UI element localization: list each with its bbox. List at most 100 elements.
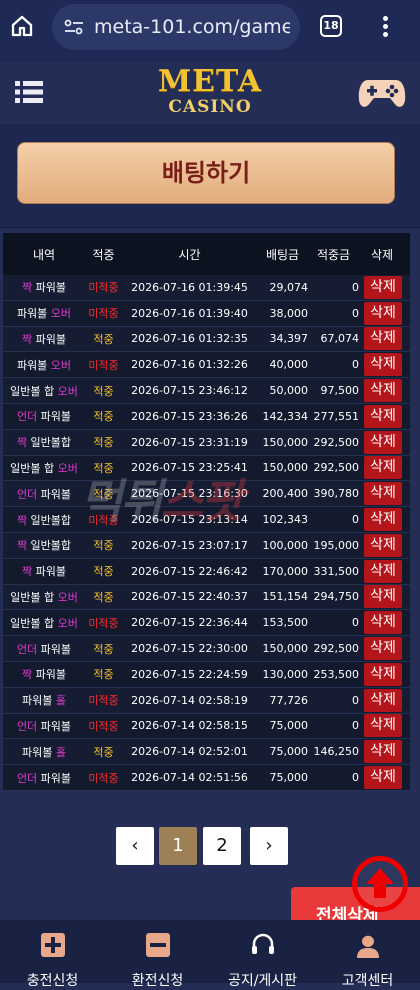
delete-row-button[interactable]: 삭제 <box>364 662 402 686</box>
bet-detail: 짝 파워볼 <box>3 563 85 579</box>
table-row: 짝 파워볼 적중 2026-07-15 22:46:42 170,000 331,500… <box>3 559 410 585</box>
delete-row-button[interactable]: 삭제 <box>364 611 402 635</box>
delete-row-button[interactable]: 삭제 <box>364 688 402 712</box>
delete-row-button[interactable]: 삭제 <box>364 740 402 764</box>
url-text: meta-101.com/game_l <box>94 16 290 38</box>
place-bet-button[interactable]: 배팅하기 <box>17 142 395 204</box>
bet-time: 2026-07-15 22:36:44 <box>131 616 248 630</box>
bet-detail-part: 언더 <box>16 410 38 424</box>
win-amount: 0 <box>352 358 359 372</box>
delete-cell: 삭제 <box>362 688 402 712</box>
tab-switcher-button[interactable]: 18 <box>320 15 342 37</box>
address-bar[interactable]: meta-101.com/game_l <box>52 4 300 50</box>
site-logo[interactable]: META CASINO <box>150 64 270 117</box>
bet-detail-part: 일반볼합 <box>27 436 72 450</box>
bet-history-table: 내역 적중 시간 배팅금 적중금 삭제 짝 파워볼 미적중 2026-07-16 0… <box>3 233 410 791</box>
page-1-button[interactable]: 1 <box>159 827 197 865</box>
delete-cell: 삭제 <box>362 585 402 609</box>
bet-time: 2026-07-15 23:07:17 <box>131 538 248 552</box>
win-amount: 390,780 <box>313 487 360 501</box>
win-amount: 0 <box>352 771 359 785</box>
delete-row-button[interactable]: 삭제 <box>364 766 402 790</box>
hit-status: 미적중 <box>88 694 119 708</box>
delete-cell: 삭제 <box>362 508 402 532</box>
table-row: 파워볼 홀 미적중 2026-07-14 02:58:19 77,726 0 삭제 <box>3 687 410 714</box>
bet-detail-part: 짝 <box>16 539 28 553</box>
table-row: 파워볼 오버 미적중 2026-07-16 01:39:40 38,000 0 삭제 <box>3 301 410 327</box>
hit-status: 미적중 <box>88 358 119 372</box>
delete-row-button[interactable]: 삭제 <box>364 508 402 532</box>
agent-icon <box>356 934 379 958</box>
delete-cell: 삭제 <box>362 301 402 325</box>
column-header-delete: 삭제 <box>370 247 394 262</box>
bet-detail-part: 언더 <box>16 719 38 733</box>
logo-meta-text: META <box>157 64 263 99</box>
delete-row-button[interactable]: 삭제 <box>364 353 402 377</box>
nav-customer-center[interactable]: 고객센터 <box>315 920 420 989</box>
table-row: 언더 파워볼 적중 2026-07-15 22:30:00 150,000 292,50… <box>3 636 410 662</box>
delete-row-button[interactable]: 삭제 <box>364 275 402 299</box>
win-amount: 0 <box>352 306 359 320</box>
bet-detail-part: 일반볼 합 <box>10 461 58 475</box>
bet-time: 2026-07-14 02:51:56 <box>131 771 248 785</box>
nav-notice-label: 공지/게시판 <box>227 973 298 989</box>
gamepad-icon[interactable] <box>358 76 406 110</box>
bet-detail-part: 언더 <box>16 642 38 656</box>
win-amount: 292,500 <box>313 642 360 656</box>
delete-row-button[interactable]: 삭제 <box>364 714 402 738</box>
delete-row-button[interactable]: 삭제 <box>364 327 402 351</box>
bet-detail-part: 짝 <box>22 565 33 579</box>
bet-detail: 일반볼 합 오버 <box>3 383 85 399</box>
table-row: 짝 일반볼합 적중 2026-07-15 23:31:19 150,000 292,50… <box>3 429 410 456</box>
table-row: 파워볼 홀 적중 2026-07-14 02:52:01 75,000 146,250 삭… <box>3 739 410 766</box>
bet-time: 2026-07-16 01:32:35 <box>131 332 248 346</box>
site-header: META CASINO <box>0 62 420 124</box>
delete-row-button[interactable]: 삭제 <box>364 404 402 428</box>
delete-row-button[interactable]: 삭제 <box>364 379 402 403</box>
delete-row-button[interactable]: 삭제 <box>364 559 402 583</box>
bet-time: 2026-07-14 02:52:01 <box>131 745 248 759</box>
bet-detail-part: 파워볼 <box>22 694 56 708</box>
next-page-button[interactable]: › <box>250 827 288 865</box>
bet-amount: 77,726 <box>269 693 309 707</box>
hit-status: 적중 <box>93 384 114 398</box>
browser-menu-icon[interactable] <box>375 14 395 40</box>
bet-detail: 언더 파워볼 <box>3 641 85 657</box>
list-menu-icon[interactable] <box>15 78 43 106</box>
delete-row-button[interactable]: 삭제 <box>364 430 402 454</box>
bet-detail-part: 언더 <box>16 487 38 501</box>
delete-cell: 삭제 <box>362 662 402 686</box>
nav-notice-board[interactable]: 공지/게시판 <box>210 920 315 989</box>
bet-detail-part: 짝 <box>16 436 28 450</box>
bet-detail: 파워볼 오버 <box>3 305 85 321</box>
delete-row-button[interactable]: 삭제 <box>364 456 402 480</box>
bet-detail: 언더 파워볼 <box>3 486 85 502</box>
bet-amount: 50,000 <box>269 384 309 398</box>
page-2-button[interactable]: 2 <box>203 827 241 865</box>
delete-row-button[interactable]: 삭제 <box>364 585 402 609</box>
bet-time: 2026-07-14 02:58:15 <box>131 719 248 733</box>
win-amount: 146,250 <box>313 745 360 759</box>
column-header-time: 시간 <box>178 247 201 262</box>
table-row: 짝 파워볼 미적중 2026-07-16 01:39:45 29,074 0 삭제 <box>3 275 410 301</box>
nav-withdraw[interactable]: 환전신청 <box>105 920 210 989</box>
site-settings-icon[interactable] <box>64 19 84 35</box>
delete-row-button[interactable]: 삭제 <box>364 533 402 557</box>
scroll-top-button[interactable] <box>352 856 408 912</box>
bet-time: 2026-07-15 23:46:12 <box>131 384 248 398</box>
home-icon[interactable] <box>10 14 34 38</box>
nav-withdraw-label: 환전신청 <box>131 973 184 989</box>
prev-page-button[interactable]: ‹ <box>116 827 154 865</box>
delete-row-button[interactable]: 삭제 <box>364 482 402 506</box>
logo-casino-text: CASINO <box>168 97 252 117</box>
bet-detail-part: 파워볼 <box>32 565 66 579</box>
bet-detail-part: 파워볼 <box>22 745 56 759</box>
delete-cell: 삭제 <box>362 714 402 738</box>
delete-row-button[interactable]: 삭제 <box>364 637 402 661</box>
table-row: 언더 파워볼 미적중 2026-07-14 02:51:56 75,000 0 삭제 <box>3 765 410 791</box>
bet-detail-part: 파워볼 <box>37 719 72 733</box>
nav-deposit[interactable]: 충전신청 <box>0 920 105 989</box>
bet-detail-part: 오버 <box>50 307 72 321</box>
delete-row-button[interactable]: 삭제 <box>364 301 402 325</box>
win-amount: 277,551 <box>313 409 360 423</box>
